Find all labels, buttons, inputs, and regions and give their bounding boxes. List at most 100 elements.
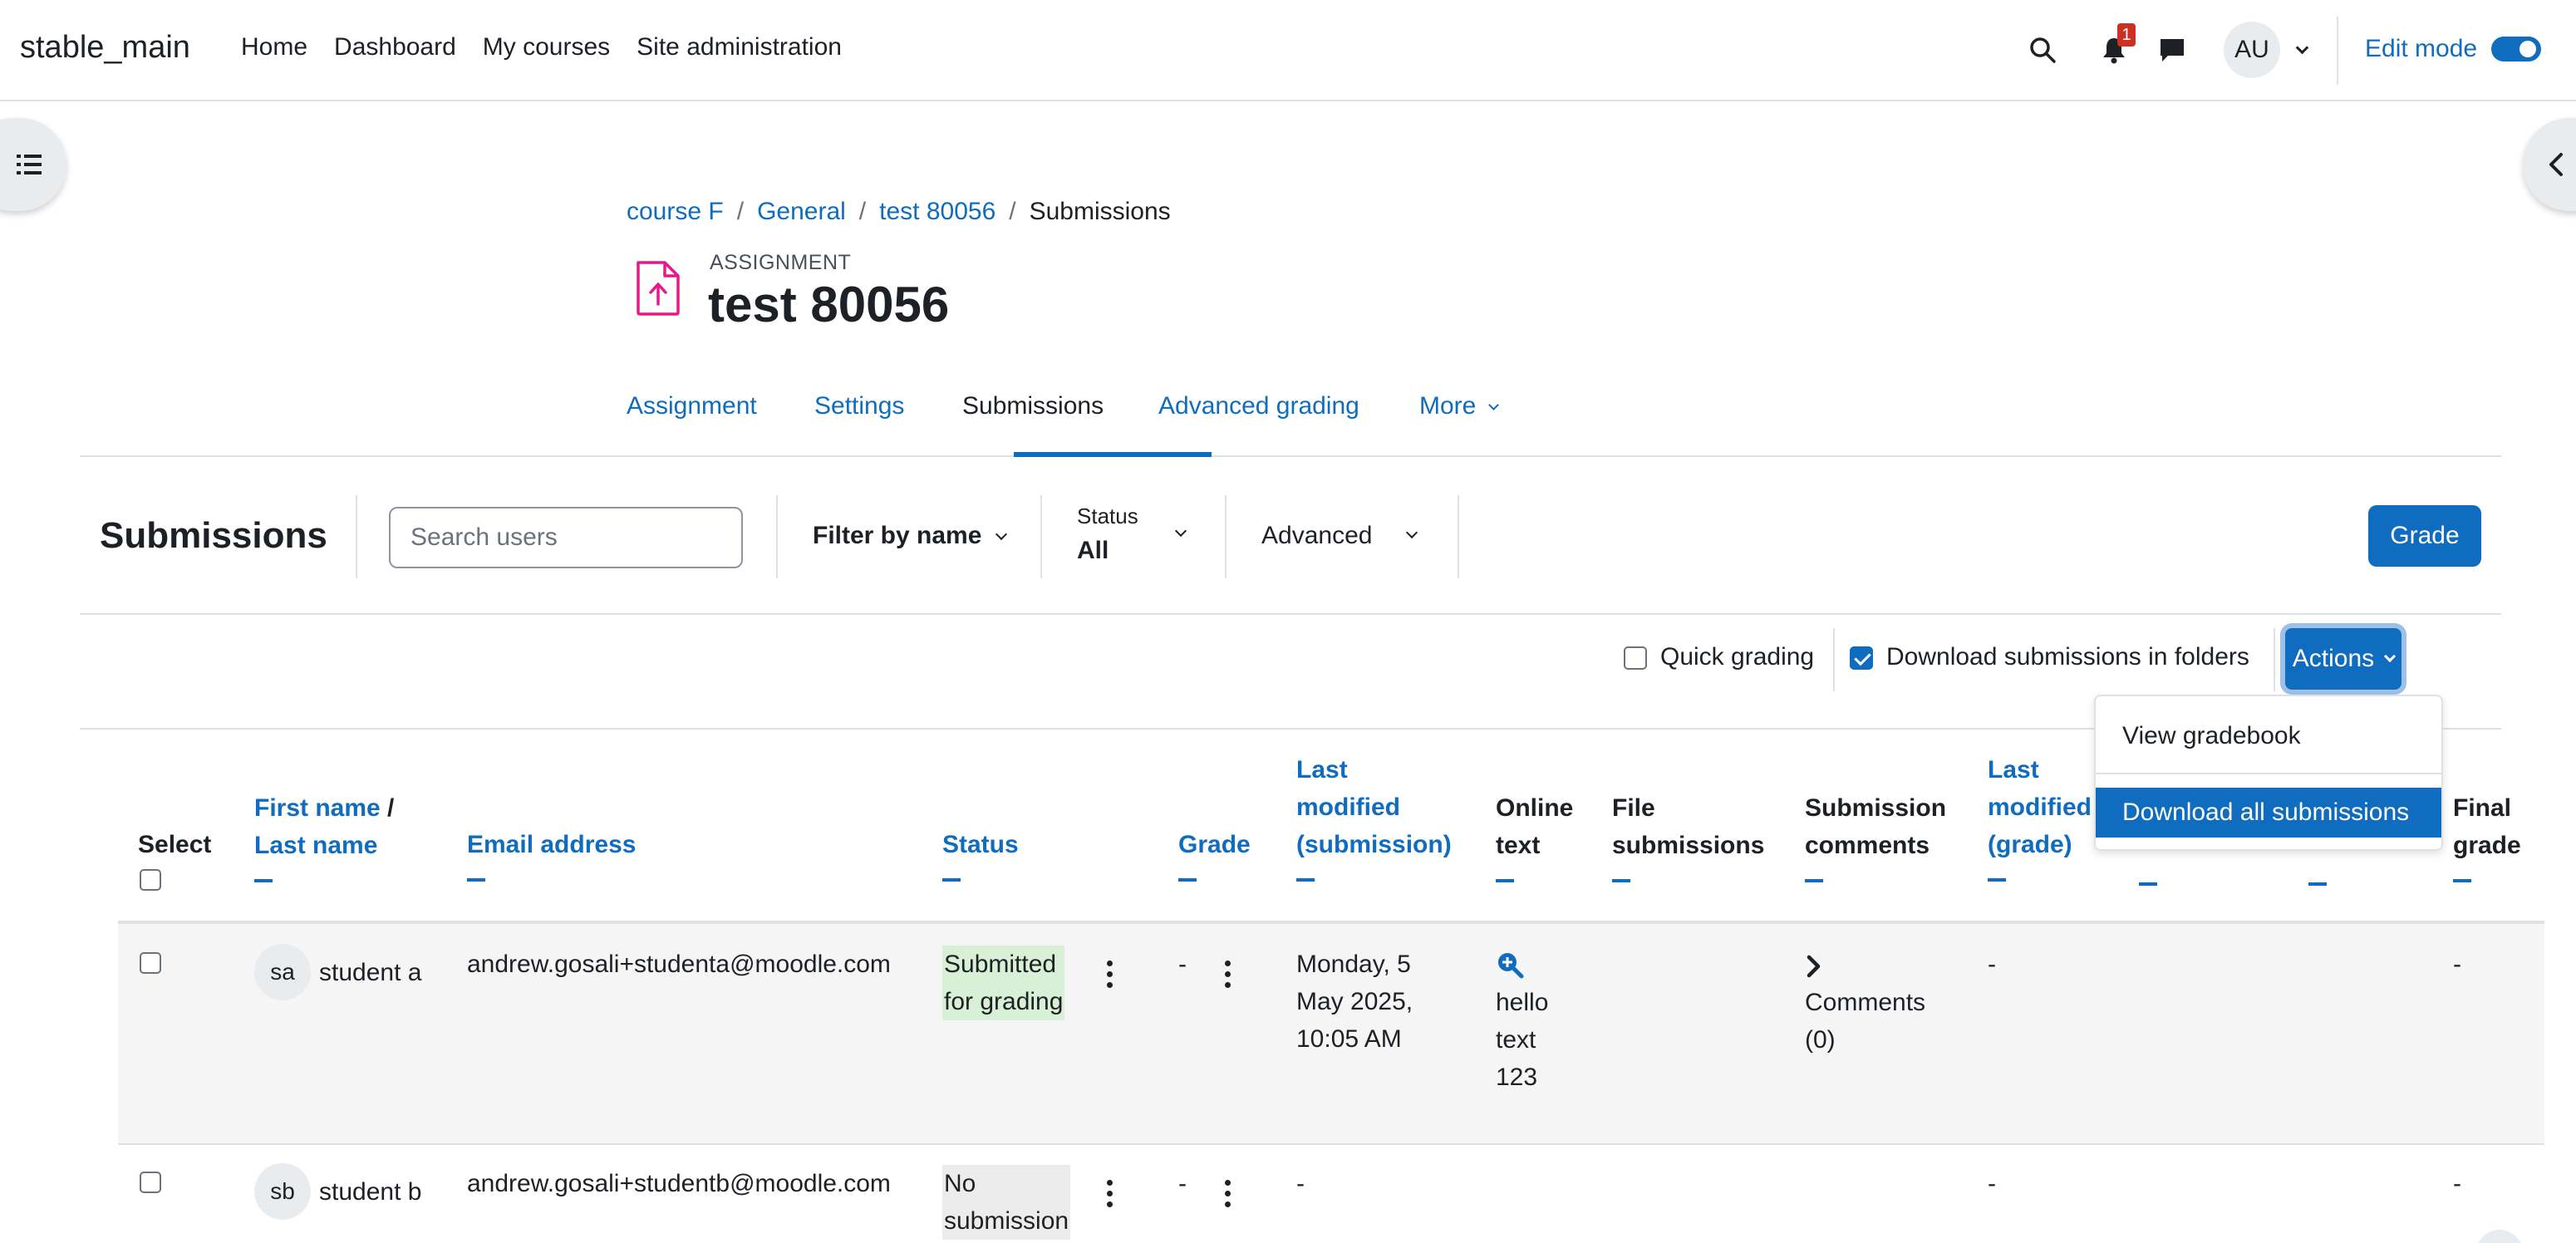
nav-dashboard[interactable]: Dashboard (334, 33, 456, 61)
download-in-folders-label[interactable]: Download submissions in folders (1886, 643, 2249, 671)
search-users-input[interactable] (389, 507, 743, 568)
breadcrumb-course[interactable]: course F (627, 198, 724, 226)
date-text: May 2025, (1296, 988, 1413, 1015)
collapse-column-icon[interactable] (254, 879, 273, 882)
zoom-in-icon[interactable] (1496, 951, 1524, 979)
last-modified-submission-cell: Monday, 5 May 2025, 10:05 AM (1296, 946, 1413, 1058)
status-text: No (944, 1170, 976, 1197)
header-text: modified (1988, 793, 2092, 821)
download-in-folders-checkbox[interactable] (1850, 646, 1873, 670)
email-cell: andrew.gosali+studenta@moodle.com (467, 951, 891, 978)
tab-submissions[interactable]: Submissions (962, 392, 1104, 420)
nav-my-courses[interactable]: My courses (483, 33, 610, 61)
filter-divider (1458, 495, 1459, 578)
activity-type-label: ASSIGNMENT (710, 251, 852, 274)
submission-actions-kebab-icon[interactable] (1107, 1180, 1113, 1208)
edit-mode-toggle[interactable] (2491, 37, 2541, 61)
column-header-final-grade: Final grade (2453, 789, 2521, 882)
collapse-column-icon[interactable] (1612, 879, 1630, 882)
email-cell: andrew.gosali+studentb@moodle.com (467, 1170, 891, 1197)
page-title: test 80056 (708, 277, 950, 332)
table-row: sb student b andrew.gosali+studentb@mood… (118, 1145, 2544, 1243)
filter-divider (356, 495, 357, 578)
chevron-down-icon (1174, 524, 1187, 538)
grade-button[interactable]: Grade (2368, 505, 2481, 567)
sort-last-modified-grade-link[interactable]: Last modified (grade) (1988, 756, 2092, 858)
collapse-column-icon[interactable] (2139, 882, 2157, 886)
final-grade-cell: - (2453, 1170, 2461, 1197)
collapse-column-icon[interactable] (1296, 878, 1315, 882)
nav-home[interactable]: Home (241, 33, 307, 61)
menu-item-view-gradebook[interactable]: View gradebook (2096, 711, 2441, 761)
last-modified-grade-cell: - (1988, 1170, 1996, 1197)
menu-item-download-all-submissions[interactable]: Download all submissions (2096, 788, 2441, 838)
date-text: 10:05 AM (1296, 1025, 1402, 1053)
sort-last-modified-submission-link[interactable]: Last modified (submission) (1296, 756, 1452, 858)
menu-divider (2096, 773, 2441, 774)
sort-grade-link[interactable]: Grade (1178, 831, 1251, 858)
student-name-link[interactable]: student b (319, 1173, 421, 1211)
site-brand[interactable]: stable_main (20, 30, 190, 66)
collapse-column-icon[interactable] (2308, 882, 2327, 886)
collapse-column-icon[interactable] (2453, 879, 2471, 882)
header-text: (grade) (1988, 831, 2072, 858)
tab-advanced-grading[interactable]: Advanced grading (1158, 392, 1359, 420)
messages-icon[interactable] (2156, 33, 2189, 66)
collapse-column-icon[interactable] (467, 878, 485, 882)
sort-status-link[interactable]: Status (942, 831, 1019, 858)
submission-actions-kebab-icon[interactable] (1107, 960, 1113, 989)
sort-email-link[interactable]: Email address (467, 831, 636, 858)
grade-actions-kebab-icon[interactable] (1225, 960, 1231, 989)
edit-mode-label[interactable]: Edit mode (2365, 35, 2477, 63)
chevron-down-icon (1405, 526, 1418, 539)
nav-site-administration[interactable]: Site administration (637, 33, 842, 61)
collapse-column-icon[interactable] (1805, 879, 1823, 882)
column-header-last-modified-submission: Last modified (submission) (1296, 751, 1452, 882)
collapse-column-icon[interactable] (1178, 878, 1197, 882)
column-header-file-submissions: File submissions (1612, 789, 1764, 882)
tab-assignment[interactable]: Assignment (627, 392, 757, 420)
grade-actions-kebab-icon[interactable] (1225, 1180, 1231, 1208)
chevron-right-icon[interactable] (1805, 954, 1823, 979)
list-icon (17, 155, 42, 174)
filter-by-name-dropdown[interactable]: Filter by name (813, 522, 1007, 550)
select-all-checkbox[interactable] (140, 869, 161, 891)
chevron-down-icon (2384, 650, 2397, 663)
filter-divider (1040, 495, 1042, 578)
breadcrumb-activity[interactable]: test 80056 (879, 198, 995, 226)
sort-first-name-link[interactable]: First name (254, 794, 381, 822)
quick-grading-checkbox[interactable] (1624, 646, 1647, 670)
notification-bell-icon[interactable]: 1 (2097, 23, 2136, 66)
comments-link[interactable]: Comments (0) (1805, 984, 1925, 1059)
header-text: Last (1988, 756, 2039, 784)
search-icon[interactable] (2026, 33, 2059, 66)
last-modified-submission-cell: - (1296, 1170, 1305, 1197)
student-name-link[interactable]: student a (319, 954, 421, 991)
grade-cell: - (1178, 951, 1187, 978)
tab-more[interactable]: More (1419, 392, 1499, 420)
column-header-name: First name / Last name (254, 789, 394, 882)
collapse-column-icon[interactable] (1988, 878, 2006, 882)
header-text: (submission) (1296, 831, 1452, 858)
breadcrumb-section[interactable]: General (757, 198, 846, 226)
user-avatar-menu[interactable]: AU (2224, 22, 2280, 78)
column-header-select: Select (138, 826, 211, 863)
block-drawer-toggle[interactable] (2523, 118, 2576, 211)
filter-by-name-label: Filter by name (813, 522, 982, 549)
row-select-checkbox[interactable] (140, 1172, 161, 1193)
course-index-drawer-toggle[interactable] (0, 118, 66, 211)
user-menu-chevron-down-icon[interactable] (2285, 33, 2318, 66)
top-navbar: stable_main Home Dashboard My courses Si… (0, 0, 2576, 101)
column-header-last-modified-grade: Last modified (grade) (1988, 751, 2092, 882)
collapse-column-icon[interactable] (1496, 879, 1514, 882)
advanced-filter-label: Advanced (1261, 522, 1373, 549)
online-text: 123 (1496, 1064, 1538, 1091)
breadcrumb: course F / General / test 80056 / Submis… (627, 198, 1171, 226)
sort-last-name-link[interactable]: Last name (254, 832, 377, 859)
quick-grading-label[interactable]: Quick grading (1660, 643, 1814, 671)
tab-settings[interactable]: Settings (814, 392, 904, 420)
header-text: modified (1296, 793, 1400, 821)
actions-button[interactable]: Actions (2285, 628, 2401, 690)
collapse-column-icon[interactable] (942, 878, 961, 882)
row-select-checkbox[interactable] (140, 952, 161, 974)
